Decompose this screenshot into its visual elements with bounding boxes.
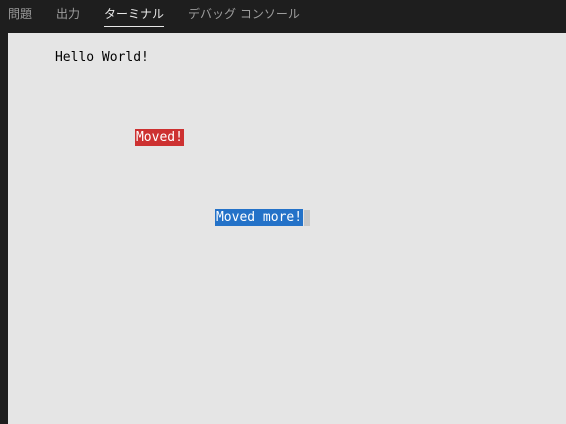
- terminal-text-hello: Hello World!: [54, 50, 149, 65]
- terminal-text-moved: Moved!: [134, 129, 184, 146]
- tab-output[interactable]: 出力: [56, 0, 80, 33]
- terminal-cursor: [304, 210, 311, 226]
- tab-debug-console[interactable]: デバッグ コンソール: [188, 0, 300, 33]
- terminal-line: Moved more!: [168, 194, 311, 242]
- panel: 問題 出力 ターミナル デバッグ コンソール Hello World! Move…: [0, 0, 566, 424]
- terminal-line: Moved!: [88, 114, 184, 162]
- terminal-line: Hello World!: [8, 34, 149, 82]
- tab-terminal[interactable]: ターミナル: [104, 0, 165, 33]
- panel-tab-bar: 問題 出力 ターミナル デバッグ コンソール: [0, 0, 566, 33]
- terminal-text-moved-more: Moved more!: [214, 209, 304, 226]
- tab-problems[interactable]: 問題: [8, 0, 32, 33]
- terminal-area[interactable]: Hello World! Moved! Moved more!: [8, 33, 566, 424]
